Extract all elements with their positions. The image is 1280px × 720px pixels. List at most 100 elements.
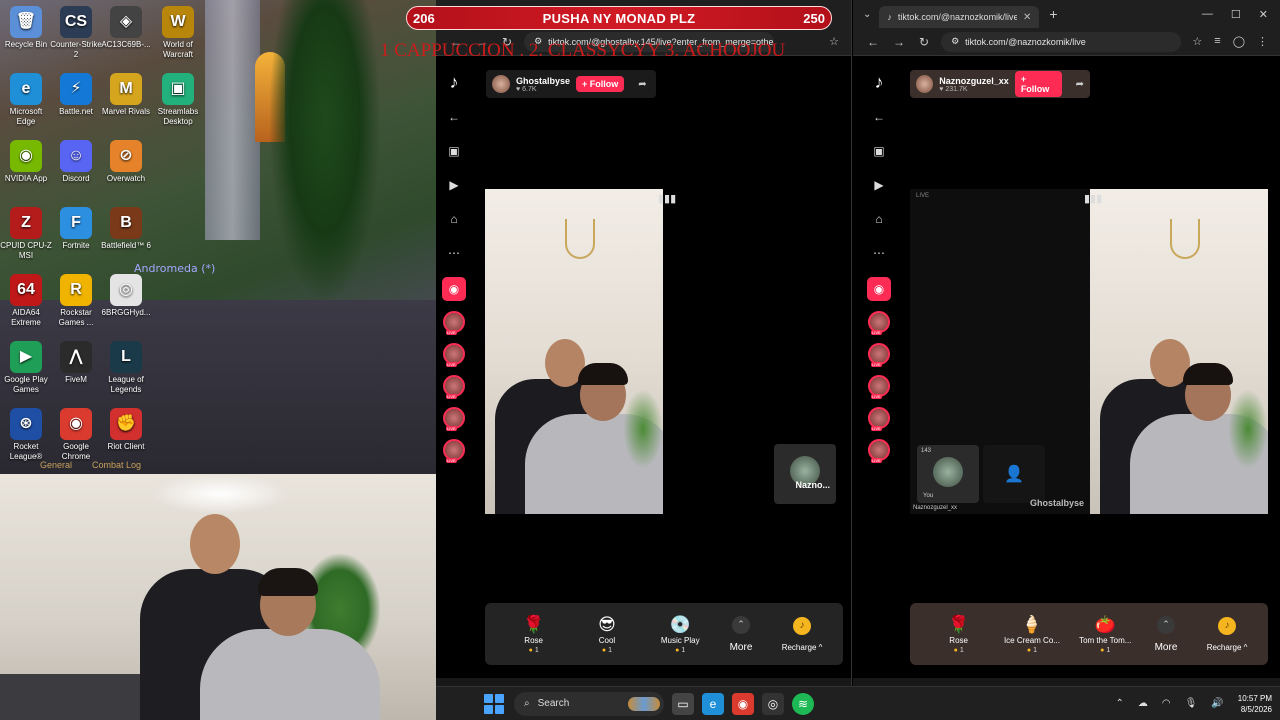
follow-button[interactable]: + Follow <box>576 76 625 92</box>
live-avatar-4[interactable] <box>868 407 890 431</box>
recharge-button[interactable]: ♪ Recharge ^ <box>1198 616 1256 652</box>
menu-dots-icon[interactable]: ⋮ <box>1257 35 1268 48</box>
desktop-icon[interactable]: ✊ Riot Client <box>100 406 152 452</box>
desktop-icon[interactable]: R Rockstar Games ... <box>50 272 102 328</box>
spotify-taskbar-icon[interactable]: ≋ <box>792 692 814 715</box>
back-icon[interactable]: ← <box>867 35 879 49</box>
desktop-icon[interactable]: CS Counter-Strike 2 <box>50 4 102 60</box>
reload-icon[interactable]: ↻ <box>919 35 929 49</box>
desktop-icon[interactable]: ◉ Google Chrome <box>50 406 102 462</box>
edge-taskbar-icon[interactable]: e <box>702 692 724 715</box>
gift-ice-cream[interactable]: 🍦 Ice Cream Co... 1 <box>995 614 1068 654</box>
desktop-icon[interactable]: 🗑 Recycle Bin <box>0 4 52 50</box>
guest-tile-left[interactable]: Nazno... <box>774 444 836 504</box>
home-icon[interactable]: ⌂ <box>869 209 889 229</box>
taskbar-clock[interactable]: 10:57 PM 8/5/2026 <box>1238 693 1272 715</box>
volume-icon[interactable]: 🔊 <box>1211 698 1223 709</box>
streamlabs-taskbar-icon[interactable]: ◎ <box>762 692 784 715</box>
task-view-icon[interactable]: ▭ <box>672 692 694 715</box>
share-icon[interactable]: ➦ <box>1076 79 1084 90</box>
more-dots-icon[interactable]: ⋯ <box>869 243 889 263</box>
collapse-arrow-icon[interactable]: ← <box>869 107 889 127</box>
new-tab-icon[interactable]: + <box>1049 6 1057 22</box>
camera-icon[interactable]: ▶ <box>444 175 464 195</box>
live-avatar-3[interactable] <box>443 375 465 399</box>
gift-music-play[interactable]: 💿 Music Play 1 <box>644 614 717 654</box>
host-avatar[interactable] <box>492 75 510 93</box>
tiktok-live-active-icon[interactable]: ◉ <box>442 277 466 301</box>
desktop-icon[interactable]: ⋀ FiveM <box>50 339 102 385</box>
live-avatar-4[interactable] <box>443 407 465 431</box>
windows-start-icon[interactable] <box>484 693 504 714</box>
guest-tile-right[interactable]: 143 You <box>917 445 979 503</box>
desktop-icon[interactable]: ⊘ Overwatch <box>100 138 152 184</box>
close-window-icon[interactable]: ✕ <box>1259 8 1268 21</box>
desktop-icon[interactable]: ◈ AC13C69B-... <box>100 4 152 50</box>
more-gifts-button[interactable]: ⌃ More <box>717 615 765 653</box>
microphone-icon[interactable]: 🎙 <box>1185 698 1198 709</box>
share-icon[interactable]: ➦ <box>638 79 646 90</box>
bookmark-star-icon[interactable]: ☆ <box>829 35 839 48</box>
live-avatar-1[interactable] <box>443 311 465 335</box>
live-avatar-3[interactable] <box>868 375 890 399</box>
live-avatar-5[interactable] <box>868 439 890 463</box>
desktop-icon[interactable]: ▣ Streamlabs Desktop <box>152 71 204 127</box>
gift-cool[interactable]: 😎 Cool 1 <box>570 614 643 654</box>
live-avatar-2[interactable] <box>443 343 465 367</box>
cloud-icon[interactable]: ☁ <box>1138 698 1148 709</box>
host-avatar[interactable] <box>916 75 934 93</box>
desktop-icon[interactable]: ⚡ Battle.net <box>50 71 102 117</box>
desktop-icon[interactable]: ☺ Discord <box>50 138 102 184</box>
desktop-icon[interactable]: L League of Legends <box>100 339 152 395</box>
desktop-icon[interactable]: M Marvel Rivals <box>100 71 152 117</box>
desktop-icon[interactable]: F Fortnite <box>50 205 102 251</box>
more-gifts-button[interactable]: ⌃ More <box>1142 615 1190 653</box>
desktop-icon[interactable]: ◎ 6BRGGHyd... <box>100 272 152 318</box>
maximize-icon[interactable]: ☐ <box>1231 8 1241 21</box>
live-tv-icon[interactable]: ▣ <box>869 141 889 161</box>
camera-icon[interactable]: ▶ <box>869 175 889 195</box>
follow-button[interactable]: + Follow <box>1014 71 1062 97</box>
wifi-icon[interactable]: ◠ <box>1162 698 1171 709</box>
desktop-icon[interactable]: e Microsoft Edge <box>0 71 52 127</box>
chrome-taskbar-icon[interactable]: ◉ <box>732 692 754 715</box>
tab-search-icon[interactable]: ⌄ <box>863 9 871 20</box>
browser-tab[interactable]: ♪ tiktok.com/@naznozkomik/live ✕ <box>879 6 1040 28</box>
horizontal-scrollbar-left[interactable] <box>436 678 851 686</box>
extensions-icon[interactable]: ≡ <box>1214 35 1220 48</box>
desktop-icon[interactable]: 64 AIDA64 Extreme <box>0 272 52 328</box>
empty-guest-slot[interactable]: 👤 <box>983 445 1045 503</box>
gift-tom-the-tomato[interactable]: 🍅 Tom the Tom... 1 <box>1069 614 1142 654</box>
bookmark-star-icon[interactable]: ☆ <box>1192 35 1202 48</box>
taskbar-search[interactable]: ⌕ Search <box>514 691 664 716</box>
more-dots-icon[interactable]: ⋯ <box>444 243 464 263</box>
home-icon[interactable]: ⌂ <box>444 209 464 229</box>
host-name[interactable]: Naznozguzel_xx <box>939 76 1009 86</box>
live-avatar-5[interactable] <box>443 439 465 463</box>
horizontal-scrollbar-right[interactable] <box>853 678 1280 686</box>
live-avatar-1[interactable] <box>868 311 890 335</box>
host-name[interactable]: Ghostalbyse <box>516 76 570 86</box>
gift-rose[interactable]: 🌹 Rose 1 <box>922 614 995 654</box>
tiktok-logo-icon[interactable]: ♪ <box>875 72 884 93</box>
desktop-icon[interactable]: ⊛ Rocket League® <box>0 406 52 462</box>
minimize-icon[interactable]: — <box>1202 8 1213 21</box>
desktop-icon[interactable]: ◉ NVIDIA App <box>0 138 52 184</box>
profile-icon[interactable]: ◯ <box>1233 35 1245 48</box>
recharge-button[interactable]: ♪ Recharge ^ <box>773 616 831 652</box>
live-tv-icon[interactable]: ▣ <box>444 141 464 161</box>
tiktok-live-active-icon[interactable]: ◉ <box>867 277 891 301</box>
forward-icon[interactable]: → <box>893 35 905 49</box>
desktop-icon[interactable]: W World of Warcraft <box>152 4 204 60</box>
desktop-icon[interactable]: ▶ Google Play Games <box>0 339 52 395</box>
desktop-icon[interactable]: B Battlefield™ 6 <box>100 205 152 251</box>
close-tab-icon[interactable]: ✕ <box>1023 12 1031 23</box>
tiktok-logo-icon[interactable]: ♪ <box>450 72 459 93</box>
address-bar-right[interactable]: ⚙ tiktok.com/@naznozkomik/live <box>941 31 1182 52</box>
desktop-icon[interactable]: Z CPUID CPU-Z MSI <box>0 205 52 261</box>
live-avatar-2[interactable] <box>868 343 890 367</box>
gift-rose[interactable]: 🌹 Rose 1 <box>497 614 570 654</box>
tray-overflow-icon[interactable]: ⌃ <box>1115 698 1123 709</box>
collapse-arrow-icon[interactable]: ← <box>444 107 464 127</box>
site-info-icon[interactable]: ⚙ <box>951 36 959 47</box>
